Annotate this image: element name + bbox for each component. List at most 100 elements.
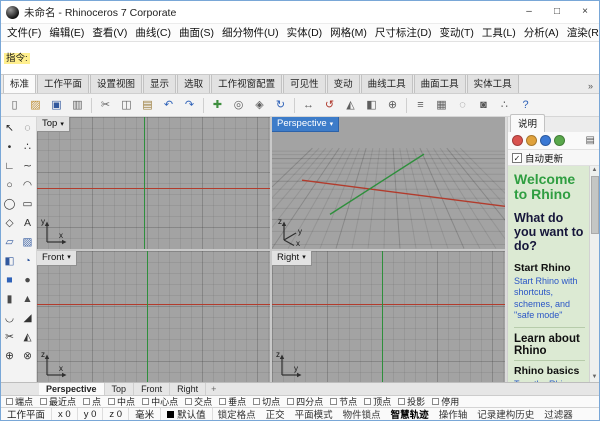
sphere-solid-icon[interactable]: ● bbox=[19, 271, 36, 290]
scroll-down-icon[interactable]: ▼ bbox=[592, 373, 598, 382]
lasso-select-icon[interactable]: ◌ bbox=[19, 119, 36, 138]
checkbox-icon[interactable] bbox=[219, 398, 226, 405]
status-x[interactable]: x 0 bbox=[52, 408, 78, 420]
viewport-top[interactable]: Top ▾ y x bbox=[37, 117, 270, 249]
checkbox-icon[interactable] bbox=[142, 398, 149, 405]
fillet-icon[interactable]: ◡ bbox=[1, 309, 18, 328]
viewport-title-top[interactable]: Top ▾ bbox=[37, 117, 70, 132]
osnap-item-1[interactable]: 最近点 bbox=[40, 395, 76, 407]
layers-icon[interactable]: ≡ bbox=[411, 96, 430, 115]
point-cloud-icon[interactable]: ∴ bbox=[19, 138, 36, 157]
ellipse-icon[interactable]: ◯ bbox=[1, 195, 18, 214]
status-layer[interactable]: 默认值 bbox=[161, 408, 213, 420]
toolbar-tab-10[interactable]: 实体工具 bbox=[467, 75, 519, 93]
close-button[interactable]: × bbox=[571, 1, 599, 23]
viewport-title-front[interactable]: Front ▾ bbox=[37, 251, 77, 266]
status-toggle-1[interactable]: 正交 bbox=[261, 407, 290, 420]
tab-overflow-icon[interactable]: » bbox=[584, 81, 597, 93]
viewport-title-perspective[interactable]: Perspective ▾ bbox=[272, 117, 339, 132]
toolbar-tab-7[interactable]: 变动 bbox=[327, 75, 360, 93]
object-properties-icon[interactable]: ▦ bbox=[432, 96, 451, 115]
osnap-item-0[interactable]: 端点 bbox=[6, 395, 33, 407]
split-icon[interactable]: ◭ bbox=[19, 328, 36, 347]
status-cplane[interactable]: 工作平面 bbox=[1, 408, 52, 420]
display-tab-icon[interactable] bbox=[540, 135, 551, 146]
status-toggle-3[interactable]: 物件锁点 bbox=[338, 407, 386, 420]
status-toggle-0[interactable]: 锁定格点 bbox=[213, 407, 261, 420]
free-curve-icon[interactable]: ∼ bbox=[19, 157, 36, 176]
menu-item-3[interactable]: 曲线(C) bbox=[131, 25, 175, 40]
osnap-item-6[interactable]: 垂点 bbox=[219, 395, 246, 407]
menu-item-9[interactable]: 变动(T) bbox=[435, 25, 477, 40]
viewport-title-right[interactable]: Right ▾ bbox=[272, 251, 312, 266]
menu-item-7[interactable]: 网格(M) bbox=[326, 25, 371, 40]
viewport-tab-top[interactable]: Top bbox=[105, 383, 135, 395]
checkbox-icon[interactable] bbox=[364, 398, 371, 405]
toolbar-tab-6[interactable]: 可见性 bbox=[283, 75, 326, 93]
viewport-front[interactable]: Front ▾ z x bbox=[37, 251, 270, 383]
status-toggle-6[interactable]: 记录建构历史 bbox=[472, 407, 539, 420]
menu-item-5[interactable]: 细分物件(U) bbox=[218, 25, 283, 40]
copy-icon[interactable]: ◫ bbox=[117, 96, 136, 115]
hide-objects-icon[interactable]: ◌ bbox=[453, 96, 472, 115]
auto-update-checkbox[interactable]: ✓ bbox=[512, 153, 522, 163]
menu-item-10[interactable]: 工具(L) bbox=[478, 25, 520, 40]
toolbar-tab-5[interactable]: 工作视窗配置 bbox=[211, 75, 282, 93]
scrollbar-thumb[interactable] bbox=[591, 176, 599, 234]
command-area[interactable]: 指令: bbox=[1, 41, 599, 75]
menu-item-8[interactable]: 尺寸标注(D) bbox=[371, 25, 436, 40]
explode-icon[interactable]: ⊗ bbox=[19, 347, 36, 366]
select-cursor-icon[interactable]: ↖ bbox=[1, 119, 18, 138]
checkbox-icon[interactable] bbox=[6, 398, 13, 405]
loft-surface-icon[interactable]: ▨ bbox=[19, 233, 36, 252]
maximize-button[interactable]: □ bbox=[543, 1, 571, 23]
open-file-icon[interactable]: ▨ bbox=[26, 96, 45, 115]
status-toggle-7[interactable]: 过滤器 bbox=[539, 407, 578, 420]
osnap-item-5[interactable]: 交点 bbox=[185, 395, 212, 407]
point-icon[interactable]: • bbox=[1, 138, 18, 157]
tour-rhino-link[interactable]: Tour the Rhino bbox=[514, 379, 585, 382]
new-file-icon[interactable]: ▯ bbox=[5, 96, 24, 115]
surface-icon[interactable]: ▱ bbox=[1, 233, 18, 252]
toolbar-tab-8[interactable]: 曲线工具 bbox=[361, 75, 413, 93]
checkbox-icon[interactable] bbox=[398, 398, 405, 405]
scroll-up-icon[interactable]: ▲ bbox=[592, 166, 598, 175]
trim-icon[interactable]: ✂ bbox=[1, 328, 18, 347]
checkbox-icon[interactable] bbox=[108, 398, 115, 405]
menu-item-11[interactable]: 分析(A) bbox=[520, 25, 563, 40]
panel-menu-icon[interactable]: ▤ bbox=[586, 135, 595, 146]
menu-item-0[interactable]: 文件(F) bbox=[3, 25, 45, 40]
cylinder-solid-icon[interactable]: ▮ bbox=[1, 290, 18, 309]
viewport-tab-perspective[interactable]: Perspective bbox=[39, 383, 105, 395]
extrude-surface-icon[interactable]: ◧ bbox=[1, 252, 18, 271]
save-file-icon[interactable]: ▣ bbox=[47, 96, 66, 115]
paste-icon[interactable]: ▤ bbox=[138, 96, 157, 115]
viewport-right[interactable]: Right ▾ z y bbox=[272, 251, 505, 383]
box-solid-icon[interactable]: ■ bbox=[1, 271, 18, 290]
polyline-icon[interactable]: ∟ bbox=[1, 157, 18, 176]
status-toggle-4[interactable]: 智慧轨迹 bbox=[386, 407, 434, 420]
chamfer-icon[interactable]: ◢ bbox=[19, 309, 36, 328]
scale-icon[interactable]: ◭ bbox=[341, 96, 360, 115]
osnap-item-8[interactable]: 四分点 bbox=[287, 395, 323, 407]
status-y[interactable]: y 0 bbox=[78, 408, 104, 420]
cut-icon[interactable]: ✂ bbox=[96, 96, 115, 115]
object-snap-icon[interactable]: ∴ bbox=[495, 96, 514, 115]
new-viewport-tab[interactable]: + bbox=[206, 383, 221, 395]
zoom-extents-icon[interactable]: ◈ bbox=[250, 96, 269, 115]
viewport-tab-front[interactable]: Front bbox=[134, 383, 170, 395]
command-prompt[interactable]: 指令: bbox=[4, 53, 30, 64]
help-tab-icon[interactable] bbox=[554, 135, 565, 146]
osnap-item-10[interactable]: 顶点 bbox=[364, 395, 391, 407]
layers-tab-icon[interactable] bbox=[526, 135, 537, 146]
properties-tab-icon[interactable] bbox=[512, 135, 523, 146]
mirror-icon[interactable]: ◧ bbox=[362, 96, 381, 115]
zoom-dynamic-icon[interactable]: ◎ bbox=[229, 96, 248, 115]
checkbox-icon[interactable] bbox=[83, 398, 90, 405]
undo-icon[interactable]: ↶ bbox=[159, 96, 178, 115]
redo-icon[interactable]: ↷ bbox=[180, 96, 199, 115]
osnap-item-7[interactable]: 切点 bbox=[253, 395, 280, 407]
osnap-item-2[interactable]: 点 bbox=[83, 395, 101, 407]
polygon-icon[interactable]: ◇ bbox=[1, 214, 18, 233]
toolbar-tab-2[interactable]: 设置视图 bbox=[90, 75, 142, 93]
